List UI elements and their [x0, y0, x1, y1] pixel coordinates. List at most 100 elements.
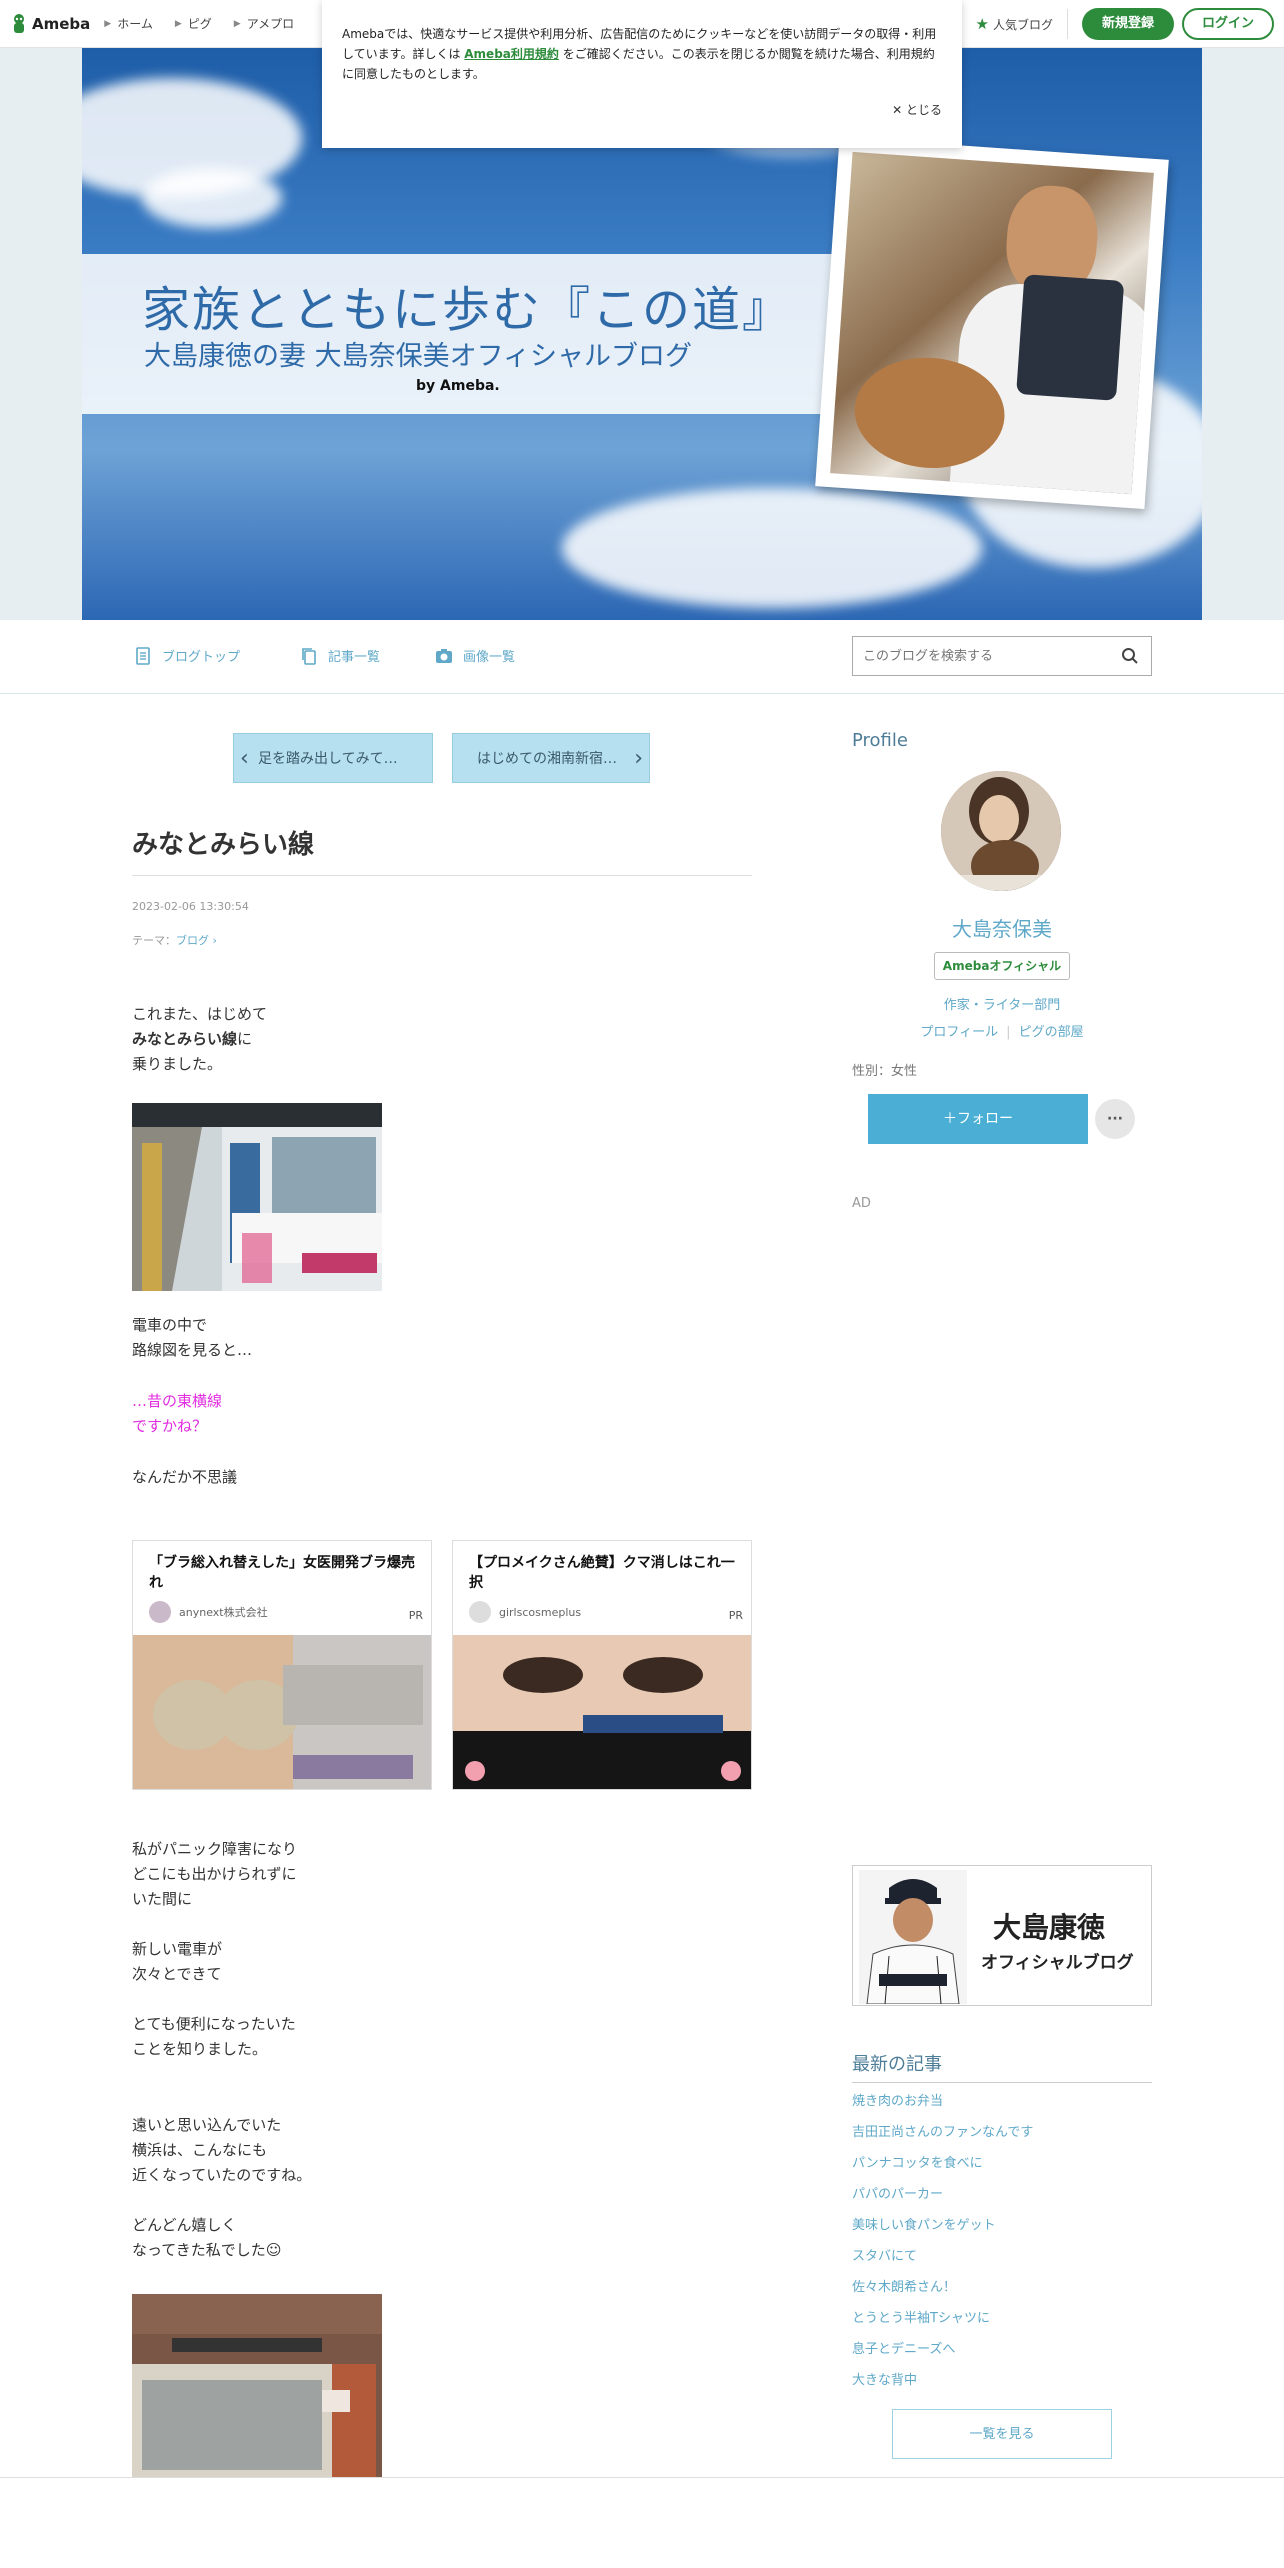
advertiser-name: girlscosmeplus	[499, 1605, 582, 1619]
ad-image	[133, 1635, 431, 1789]
nav-amepro[interactable]: ▶ アメプロ	[234, 15, 294, 32]
banner-name: 大島康徳	[993, 1911, 1106, 1944]
document-icon	[136, 646, 150, 665]
banner-subtitle: オフィシャルブログ	[981, 1953, 1134, 1973]
text-line: いた間に	[132, 1890, 193, 1908]
cookie-close-button[interactable]: ✕ とじる	[892, 100, 942, 120]
latest-entry-link[interactable]: 吉田正尚さんのファンなんです	[852, 2123, 1033, 2154]
profile-avatar[interactable]	[941, 771, 1061, 891]
text-line: なんだか不思議	[132, 1468, 238, 1486]
latest-entry-link[interactable]: 焼き肉のお弁当	[852, 2092, 1033, 2123]
chevron-left-icon: ‹	[240, 746, 249, 771]
text-fragment: なってきた私でした	[132, 2241, 266, 2259]
text-line: 横浜は、こんなにも	[132, 2141, 268, 2159]
paragraph: どんどん嬉しく なってきた私でした☺	[132, 2213, 281, 2263]
blog-top-label: ブログトップ	[162, 650, 241, 665]
latest-entry-link[interactable]: 美味しい食パンをゲット	[852, 2216, 1033, 2247]
prev-entry-button[interactable]: ‹ 足を踏み出してみて…	[233, 733, 433, 783]
ad-advertiser: anynext株式会社	[149, 1601, 268, 1623]
header-photo	[830, 151, 1154, 495]
next-entry-button[interactable]: はじめての湘南新宿… ›	[452, 733, 650, 783]
profile-category[interactable]: 作家・ライター部門	[852, 994, 1152, 1013]
entry-image-platform-doors[interactable]	[132, 2294, 382, 2477]
official-badge: Amebaオフィシャル	[934, 952, 1070, 980]
search-icon[interactable]	[1121, 647, 1139, 665]
header-photo-frame	[815, 136, 1169, 510]
latest-entries-list: 焼き肉のお弁当 吉田正尚さんのファンなんです パンナコッタを食べに パパのパーカ…	[852, 2092, 1033, 2402]
logo-text: Ameba	[32, 14, 91, 33]
text-line: みなとみらい線に	[132, 1027, 267, 1052]
cookie-close-label: とじる	[905, 103, 942, 117]
profile-name[interactable]: 大島奈保美	[852, 913, 1152, 942]
account-area: ★ 人気ブログ 新規登録 ログイン	[976, 0, 1274, 48]
nav-pig-label: ピグ	[187, 17, 212, 31]
title-divider	[132, 875, 752, 876]
avatar-picture	[941, 771, 1061, 891]
camera-icon	[436, 648, 452, 663]
latest-entry-link[interactable]: パンナコッタを食べに	[852, 2154, 1033, 2185]
advertiser-name: anynext株式会社	[179, 1606, 268, 1619]
ad-card[interactable]: 【プロメイクさん絶賛】クマ消しはこれ一択 girlscosmeplus PR	[452, 1540, 752, 1790]
ad-advertiser: girlscosmeplus	[469, 1601, 581, 1623]
theme-label: テーマ：	[132, 934, 176, 947]
paragraph: 遠いと思い込んでいた 横浜は、こんなにも 近くなっていたのですね。	[132, 2113, 311, 2188]
see-all-button[interactable]: 一覧を見る	[892, 2409, 1112, 2459]
image-list-link[interactable]: 画像一覧	[435, 646, 515, 665]
latest-entries-heading: 最新の記事	[852, 2054, 942, 2075]
latest-entry-link[interactable]: 息子とデニーズへ	[852, 2340, 1033, 2371]
bold-text: みなとみらい線	[132, 1030, 238, 1048]
blog-subtitle: 大島康徳の妻 大島奈保美オフィシャルブログ	[144, 341, 693, 372]
register-button[interactable]: 新規登録	[1081, 8, 1174, 40]
entry-theme: テーマ：ブログ ›	[132, 932, 217, 948]
ad-title: 【プロメイクさん絶賛】クマ消しはこれ一択	[469, 1555, 735, 1591]
text-line: 新しい電車が	[132, 1940, 223, 1958]
nav-home[interactable]: ▶ ホーム	[104, 15, 153, 32]
paragraph: 新しい電車が 次々とできて	[132, 1937, 222, 1987]
paragraph: これまた、はじめて みなとみらい線に 乗りました。	[132, 1002, 267, 1077]
follow-button[interactable]: ＋フォロー	[868, 1094, 1088, 1144]
text-line: 近くなっていたのですね。	[132, 2166, 312, 2184]
profile-link[interactable]: プロフィール	[920, 1025, 998, 1040]
latest-entry-link[interactable]: 佐々木朗希さん！	[852, 2278, 1033, 2309]
entry-image-train-platform[interactable]	[132, 1103, 382, 1291]
paragraph-pink: …昔の東横線 ですかね？	[132, 1389, 222, 1439]
latest-entry-link[interactable]: とうとう半袖Tシャツに	[852, 2309, 1033, 2340]
entry-date: 2023-02-06 13:30:54	[132, 900, 249, 913]
pr-label: PR	[728, 1609, 743, 1622]
nav-home-label: ホーム	[117, 17, 153, 31]
text-line: …昔の東横線	[132, 1392, 223, 1410]
text-line: 路線図を見ると…	[132, 1341, 253, 1359]
prev-entry-label: 足を踏み出してみて…	[258, 751, 398, 767]
blog-search-input[interactable]	[853, 637, 1103, 675]
ad-card[interactable]: 「ブラ総入れ替えした」女医開発ブラ爆売れ anynext株式会社 PR	[132, 1540, 432, 1790]
text-fragment: に	[237, 1030, 253, 1048]
ad-label: AD	[852, 1196, 871, 1211]
more-options-button[interactable]: ···	[1095, 1099, 1135, 1139]
text-line: ことを知りました。	[132, 2040, 268, 2058]
ameba-logo[interactable]: Ameba	[10, 13, 90, 35]
text-line: 乗りました。	[132, 1055, 223, 1073]
profile-links: プロフィール | ピグの部屋	[852, 1021, 1152, 1040]
entry-title[interactable]: みなとみらい線	[132, 824, 314, 861]
official-blog-banner[interactable]: 大島康徳 オフィシャルブログ	[852, 1865, 1152, 2006]
login-button[interactable]: ログイン	[1181, 8, 1274, 40]
pig-room-link[interactable]: ピグの部屋	[1019, 1025, 1084, 1040]
theme-link[interactable]: ブログ	[176, 934, 209, 947]
ad-image	[453, 1635, 751, 1789]
latest-entry-link[interactable]: 大きな背中	[852, 2371, 1033, 2402]
blog-title: 家族とともに歩む『この道』	[142, 282, 793, 338]
text-line: 遠いと思い込んでいた	[132, 2116, 282, 2134]
entry-list-link[interactable]: 記事一覧	[300, 646, 380, 665]
paragraph: 私がパニック障害になり どこにも出かけられずに いた間に	[132, 1837, 297, 1912]
blog-top-link[interactable]: ブログトップ	[134, 646, 240, 665]
blog-nav: ブログトップ 記事一覧 画像一覧	[0, 620, 1284, 694]
latest-entry-link[interactable]: スタバにて	[852, 2247, 1033, 2278]
text-line: とても便利になったいた	[132, 2015, 296, 2033]
text-line: なってきた私でした☺	[132, 2238, 281, 2263]
paragraph: 電車の中で 路線図を見ると…	[132, 1313, 252, 1363]
latest-entry-link[interactable]: パパのパーカー	[852, 2185, 1033, 2216]
popular-blog-link[interactable]: ★ 人気ブログ	[976, 9, 1068, 39]
link-separator: |	[1006, 1025, 1011, 1040]
nav-pig[interactable]: ▶ ピグ	[175, 15, 212, 32]
terms-link[interactable]: Ameba利用規約	[464, 47, 559, 61]
